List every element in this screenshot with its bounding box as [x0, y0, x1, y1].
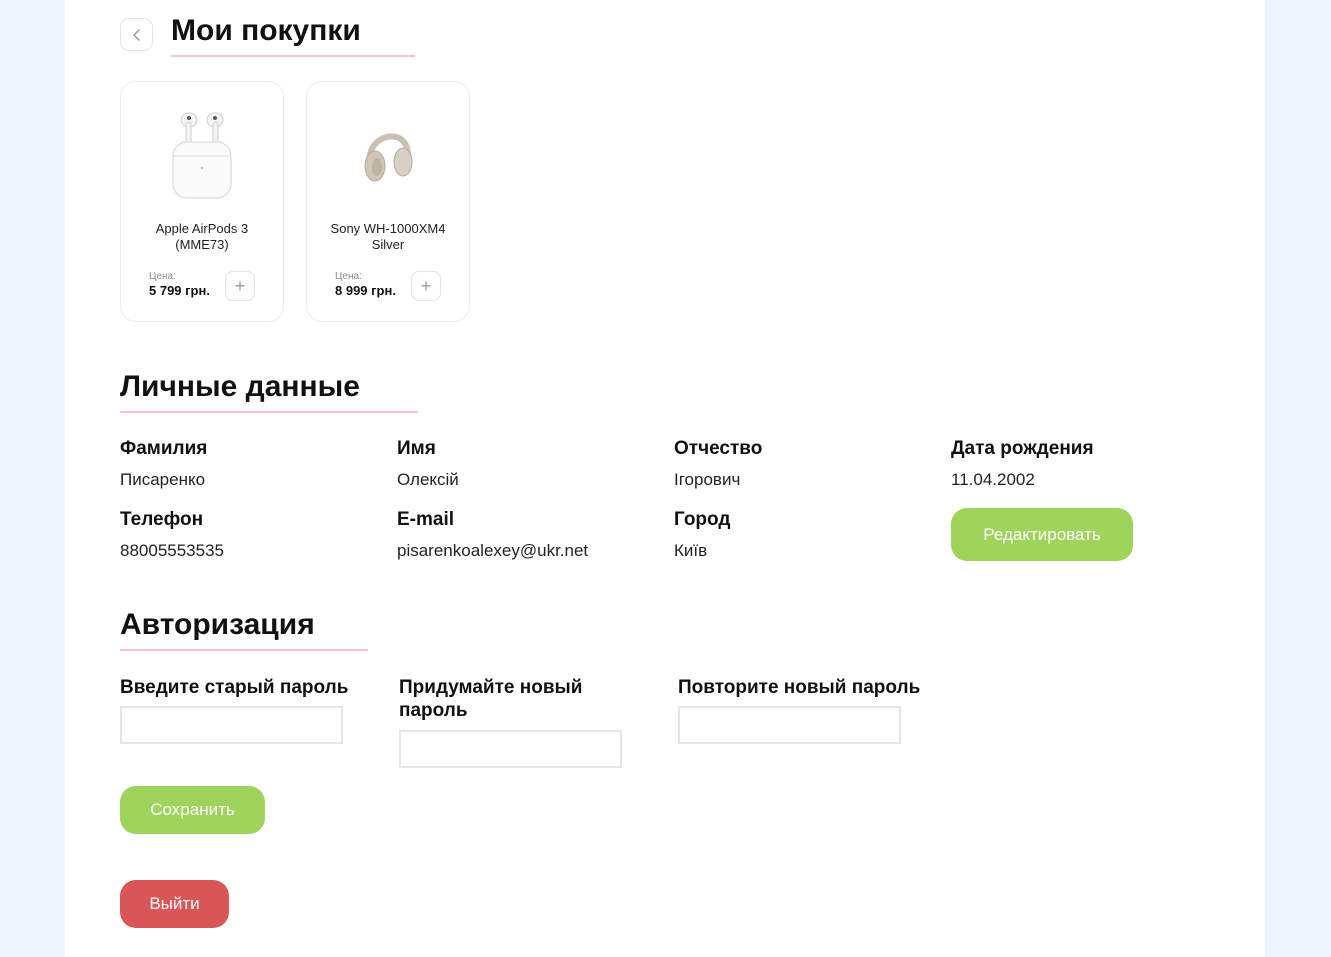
email-value: pisarenkoalexey@ukr.net: [397, 541, 589, 560]
personal-data-underline: [120, 411, 418, 413]
product-name: Sony WH-1000XM4 Silver: [330, 221, 446, 252]
headphones-image: [307, 104, 469, 204]
repeat-password-input[interactable]: [678, 706, 901, 744]
price-label: Цена:: [335, 271, 362, 282]
authorization-underline: [120, 649, 368, 651]
phone-value: 88005553535: [120, 541, 225, 560]
old-password-label: Введите старый пароль: [120, 677, 349, 698]
price-label: Цена:: [149, 271, 176, 282]
new-password-label: Придумайте новый пароль: [399, 677, 583, 721]
name-label: Имя: [397, 438, 436, 459]
patronymic-value: Ігорович: [674, 470, 741, 489]
add-to-cart-button[interactable]: +: [225, 271, 255, 301]
old-password-input[interactable]: [120, 706, 343, 744]
add-to-cart-button[interactable]: +: [411, 271, 441, 301]
product-card[interactable]: Sony WH-1000XM4 Silver Цена: 8 999 грн. …: [306, 81, 470, 322]
product-name: Apple AirPods 3 (MME73): [155, 221, 249, 252]
back-button[interactable]: [120, 18, 153, 51]
personal-data-title: Личные данные: [120, 370, 360, 403]
phone-label: Телефон: [120, 509, 204, 530]
plus-icon: +: [420, 275, 432, 296]
plus-icon: +: [234, 275, 246, 296]
name-value: Олексій: [397, 470, 459, 489]
surname-label: Фамилия: [120, 438, 208, 459]
city-label: Город: [674, 509, 731, 530]
city-value: Київ: [674, 541, 708, 560]
patronymic-label: Отчество: [674, 438, 763, 459]
product-price: 5 799 грн.: [149, 283, 210, 298]
purchases-title-underline: [171, 55, 415, 57]
chevron-left-icon: [132, 28, 142, 41]
authorization-title: Авторизация: [120, 608, 315, 641]
birthdate-label: Дата рождения: [951, 438, 1094, 459]
logout-button[interactable]: Выйти: [120, 880, 229, 928]
birthdate-value: 11.04.2002: [951, 470, 1035, 489]
product-price: 8 999 грн.: [335, 283, 396, 298]
surname-value: Писаренко: [120, 470, 206, 489]
product-card[interactable]: Apple AirPods 3 (MME73) Цена: 5 799 грн.…: [120, 81, 284, 322]
save-button[interactable]: Сохранить: [120, 786, 265, 834]
new-password-input[interactable]: [399, 730, 622, 768]
profile-page: Мои покупки Apple AirPods 3 (MME73) Цена…: [65, 0, 1265, 957]
purchases-title: Мои покупки: [171, 14, 361, 47]
edit-button[interactable]: Редактировать: [951, 508, 1133, 561]
airpods-image: [121, 104, 283, 204]
repeat-password-label: Повторите новый пароль: [678, 677, 921, 698]
email-label: E-mail: [397, 509, 455, 530]
